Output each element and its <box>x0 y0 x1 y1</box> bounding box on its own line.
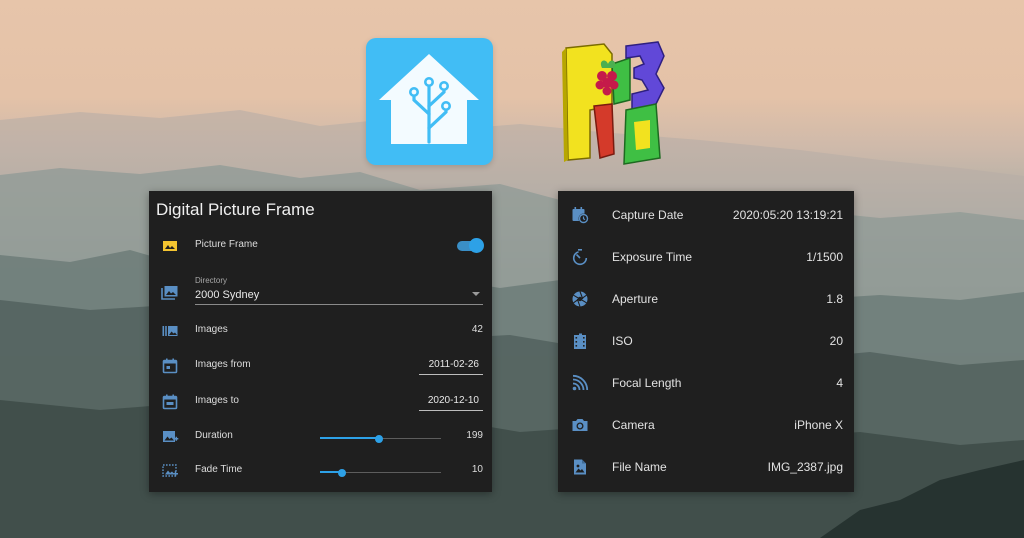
image-fade-icon <box>161 462 179 480</box>
calendar-clock-icon <box>571 206 589 224</box>
image-icon <box>161 237 179 255</box>
picture-frame-card: Digital Picture Frame Picture Frame Dire… <box>149 191 492 492</box>
exif-label: File Name <box>612 460 667 474</box>
directory-value[interactable]: 2000 Sydney <box>195 289 259 301</box>
exif-value: 1.8 <box>826 292 843 306</box>
exif-value: 1/1500 <box>806 250 843 264</box>
images-to-date-input[interactable]: 2020-12-10 <box>419 391 483 411</box>
calendar-icon <box>161 357 179 375</box>
duration-row: Duration 199 <box>149 423 492 451</box>
exif-row: Camera iPhone X <box>558 410 854 440</box>
images-to-row: Images to 2020-12-10 <box>149 388 492 416</box>
home-assistant-logo <box>366 38 493 165</box>
exif-label: Exposure Time <box>612 250 693 264</box>
exif-row: File Name IMG_2387.jpg <box>558 452 854 482</box>
chevron-down-icon[interactable] <box>472 292 480 296</box>
fade-time-label: Fade Time <box>195 464 243 475</box>
exif-value: IMG_2387.jpg <box>767 460 843 474</box>
exif-label: Capture Date <box>612 208 684 222</box>
timer-icon <box>571 248 589 266</box>
calendar-icon <box>161 393 179 411</box>
images-label: Images <box>195 324 228 335</box>
slider-thumb[interactable] <box>338 469 346 477</box>
images-count: 42 <box>471 324 483 335</box>
fade-time-value: 10 <box>471 464 483 475</box>
exif-label: Camera <box>612 418 655 432</box>
focal-length-icon <box>571 374 589 392</box>
card-title: Digital Picture Frame <box>156 200 315 219</box>
images-from-value: 2011-02-26 <box>428 359 479 370</box>
picture-frame-toggle[interactable] <box>457 238 484 254</box>
fade-time-row: Fade Time 10 <box>149 457 492 485</box>
directory-underline <box>195 304 483 305</box>
exif-info-card: Capture Date 2020:05:20 13:19:21 Exposur… <box>558 191 854 492</box>
aperture-icon <box>571 290 589 308</box>
images-to-value: 2020-12-10 <box>427 395 479 406</box>
exif-row: Focal Length 4 <box>558 368 854 398</box>
file-image-icon <box>571 458 589 476</box>
slider-thumb[interactable] <box>375 435 383 443</box>
picture-frame-label: Picture Frame <box>195 239 258 250</box>
duration-value: 199 <box>466 430 483 441</box>
image-multiple-icon <box>161 322 179 340</box>
image-plus-icon <box>161 428 179 446</box>
duration-label: Duration <box>195 430 233 441</box>
images-from-row: Images from 2011-02-26 <box>149 352 492 380</box>
exif-value: iPhone X <box>794 418 843 432</box>
exif-row: ISO 20 <box>558 326 854 356</box>
pi3d-icon <box>562 41 665 165</box>
images-row: Images 42 <box>149 317 492 345</box>
folder-image-icon <box>161 284 179 302</box>
exif-value: 4 <box>836 376 843 390</box>
duration-slider[interactable] <box>320 435 441 443</box>
exif-value: 2020:05:20 13:19:21 <box>732 208 843 222</box>
film-icon <box>571 332 589 350</box>
exif-label: Focal Length <box>612 376 682 390</box>
exif-row: Capture Date 2020:05:20 13:19:21 <box>558 200 854 230</box>
fade-time-slider[interactable] <box>320 469 441 477</box>
directory-label: Directory <box>195 276 228 285</box>
exif-value: 20 <box>829 334 843 348</box>
pi3d-logo <box>560 40 670 165</box>
images-from-label: Images from <box>195 359 251 370</box>
exif-label: Aperture <box>612 292 659 306</box>
exif-label: ISO <box>612 334 633 348</box>
exif-row: Exposure Time 1/1500 <box>558 242 854 272</box>
camera-icon <box>571 416 589 434</box>
home-assistant-icon <box>379 54 479 144</box>
images-to-label: Images to <box>195 395 239 406</box>
images-from-date-input[interactable]: 2011-02-26 <box>419 355 483 375</box>
exif-row: Aperture 1.8 <box>558 284 854 314</box>
picture-frame-row[interactable]: Picture Frame <box>149 232 492 260</box>
